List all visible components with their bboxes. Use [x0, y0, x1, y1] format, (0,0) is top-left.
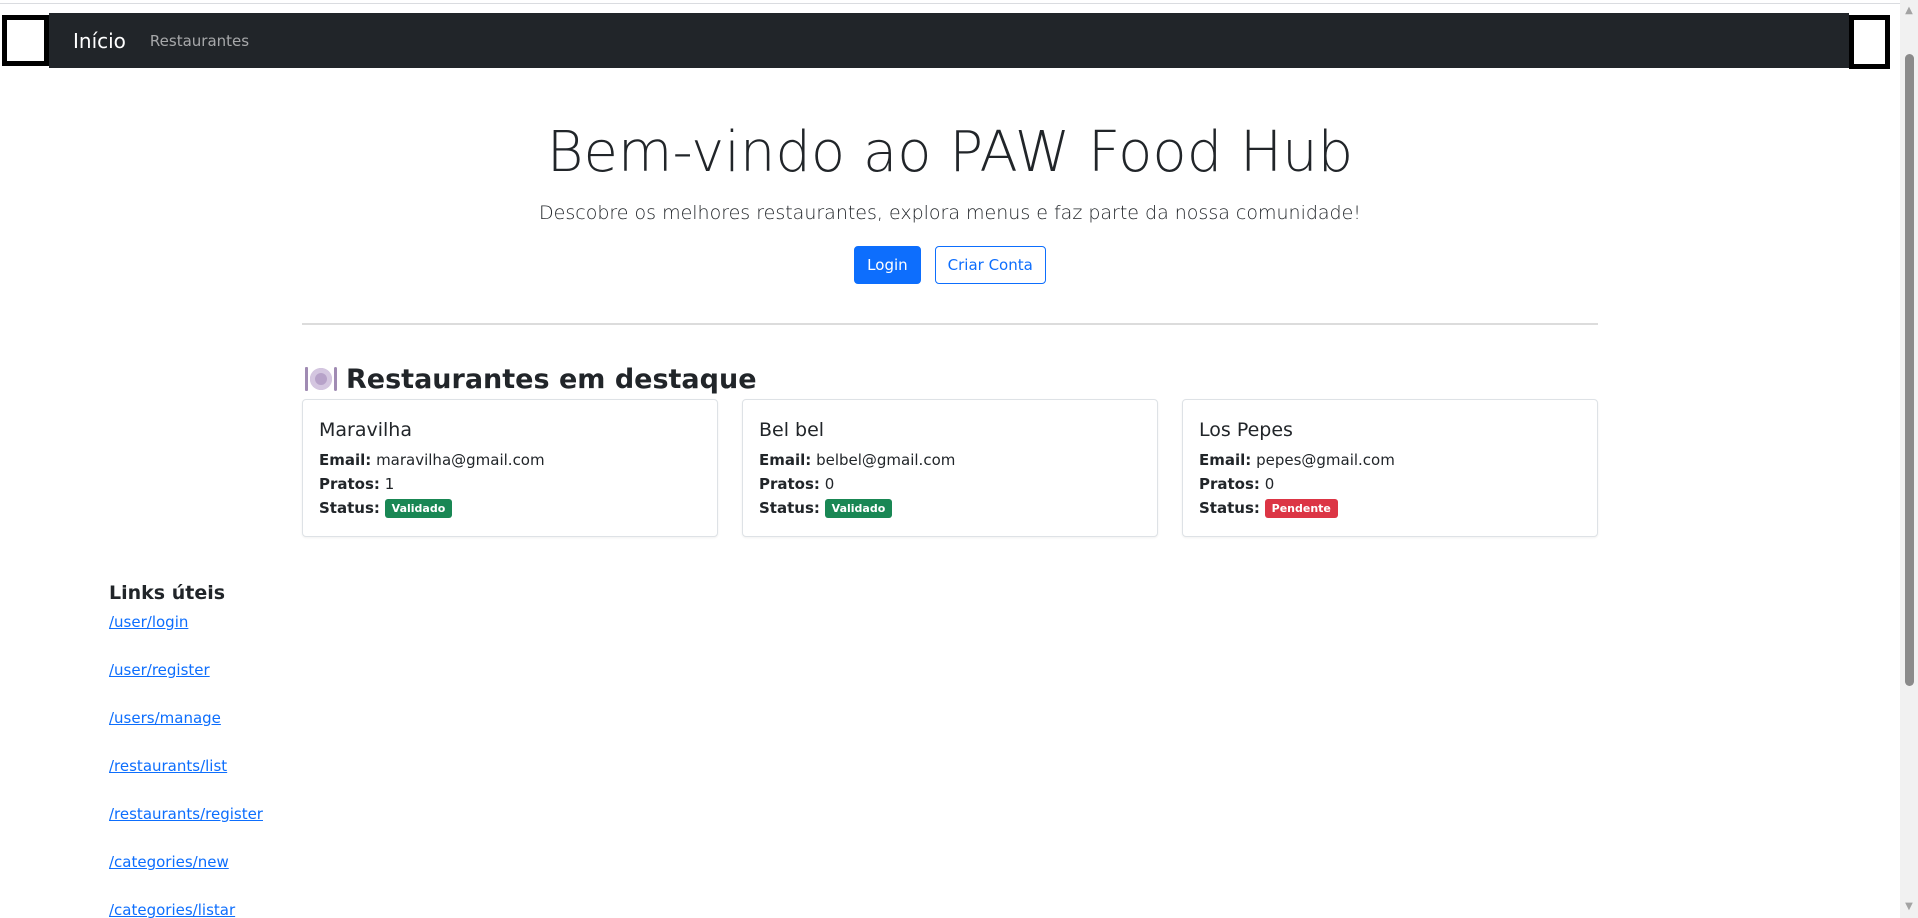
- list-item: /users/manage: [109, 706, 263, 754]
- status-label: Status:: [1199, 499, 1260, 517]
- dishes-label: Pratos:: [759, 475, 820, 493]
- list-item: /restaurants/register: [109, 802, 263, 850]
- nav-brand-home[interactable]: Início: [73, 29, 126, 53]
- restaurant-dishes: 0: [1264, 475, 1275, 493]
- restaurant-name: Bel bel: [759, 419, 825, 441]
- restaurant-name: Los Pepes: [1199, 419, 1293, 441]
- useful-links-section: Links úteis /user/login /user/register /…: [109, 580, 263, 918]
- login-button[interactable]: Login: [854, 246, 921, 284]
- featured-heading: Restaurantes em destaque: [304, 363, 757, 395]
- link-users-manage[interactable]: /users/manage: [109, 709, 221, 727]
- page: Início Restaurantes Bem-vindo ao PAW Foo…: [0, 0, 1918, 918]
- restaurant-dishes-line: Pratos: 0: [759, 472, 1141, 496]
- restaurant-card: Los Pepes Email: pepes@gmail.com Pratos:…: [1182, 399, 1598, 537]
- email-label: Email:: [1199, 451, 1252, 469]
- restaurant-dishes-line: Pratos: 1: [319, 472, 701, 496]
- hero-section: Bem-vindo ao PAW Food Hub Descobre os me…: [302, 110, 1598, 284]
- restaurant-email-line: Email: belbel@gmail.com: [759, 448, 1141, 472]
- section-divider: [302, 323, 1598, 325]
- restaurant-email-line: Email: pepes@gmail.com: [1199, 448, 1581, 472]
- useful-links-list: /user/login /user/register /users/manage…: [109, 610, 263, 918]
- navbar: Início Restaurantes: [49, 13, 1849, 68]
- status-label: Status:: [319, 499, 380, 517]
- nav-link-restaurants[interactable]: Restaurantes: [150, 32, 249, 50]
- list-item: /categories/listar: [109, 898, 263, 918]
- scroll-down-arrow-icon[interactable]: ▼: [1900, 898, 1918, 915]
- link-categories-listar[interactable]: /categories/listar: [109, 901, 235, 918]
- restaurant-email-line: Email: maravilha@gmail.com: [319, 448, 701, 472]
- link-restaurants-list[interactable]: /restaurants/list: [109, 757, 227, 775]
- restaurant-dishes-line: Pratos: 0: [1199, 472, 1581, 496]
- dishes-label: Pratos:: [319, 475, 380, 493]
- status-badge: Pendente: [1264, 499, 1338, 518]
- list-item: /user/register: [109, 658, 263, 706]
- create-account-button[interactable]: Criar Conta: [934, 246, 1046, 284]
- restaurant-dishes: 0: [824, 475, 835, 493]
- email-label: Email:: [319, 451, 372, 469]
- restaurant-name: Maravilha: [319, 419, 412, 441]
- restaurant-status-line: Status: Pendente: [1199, 496, 1581, 520]
- status-badge: Validado: [824, 499, 893, 518]
- plate-with-cutlery-icon: [304, 363, 337, 395]
- dishes-label: Pratos:: [1199, 475, 1260, 493]
- vertical-scrollbar[interactable]: ▲ ▼: [1900, 0, 1918, 918]
- navbar-left-box: [2, 15, 49, 66]
- hero-lead: Descobre os melhores restaurantes, explo…: [539, 202, 1361, 224]
- useful-links-title: Links úteis: [109, 582, 226, 604]
- list-item: /restaurants/list: [109, 754, 263, 802]
- scrollbar-thumb[interactable]: [1905, 54, 1914, 686]
- hero-title: Bem-vindo ao PAW Food Hub: [546, 120, 1354, 185]
- link-categories-new[interactable]: /categories/new: [109, 853, 229, 871]
- navbar-right-box: [1849, 15, 1890, 69]
- status-badge: Validado: [384, 499, 453, 518]
- restaurant-email: pepes@gmail.com: [1256, 451, 1395, 469]
- email-label: Email:: [759, 451, 812, 469]
- link-user-login[interactable]: /user/login: [109, 613, 188, 631]
- top-border: [0, 0, 1900, 4]
- hero-buttons: Login Criar Conta: [302, 246, 1598, 284]
- restaurant-email: belbel@gmail.com: [816, 451, 956, 469]
- link-restaurants-register[interactable]: /restaurants/register: [109, 805, 263, 823]
- status-label: Status:: [759, 499, 820, 517]
- restaurant-status-line: Status: Validado: [759, 496, 1141, 520]
- restaurant-card: Bel bel Email: belbel@gmail.com Pratos: …: [742, 399, 1158, 537]
- featured-heading-text: Restaurantes em destaque: [346, 363, 757, 395]
- scroll-up-arrow-icon[interactable]: ▲: [1900, 2, 1918, 19]
- restaurant-dishes: 1: [384, 475, 395, 493]
- restaurant-card: Maravilha Email: maravilha@gmail.com Pra…: [302, 399, 718, 537]
- restaurant-email: maravilha@gmail.com: [376, 451, 545, 469]
- restaurant-status-line: Status: Validado: [319, 496, 701, 520]
- list-item: /user/login: [109, 610, 263, 658]
- list-item: /categories/new: [109, 850, 263, 898]
- restaurant-cards: Maravilha Email: maravilha@gmail.com Pra…: [302, 399, 1598, 537]
- link-user-register[interactable]: /user/register: [109, 661, 210, 679]
